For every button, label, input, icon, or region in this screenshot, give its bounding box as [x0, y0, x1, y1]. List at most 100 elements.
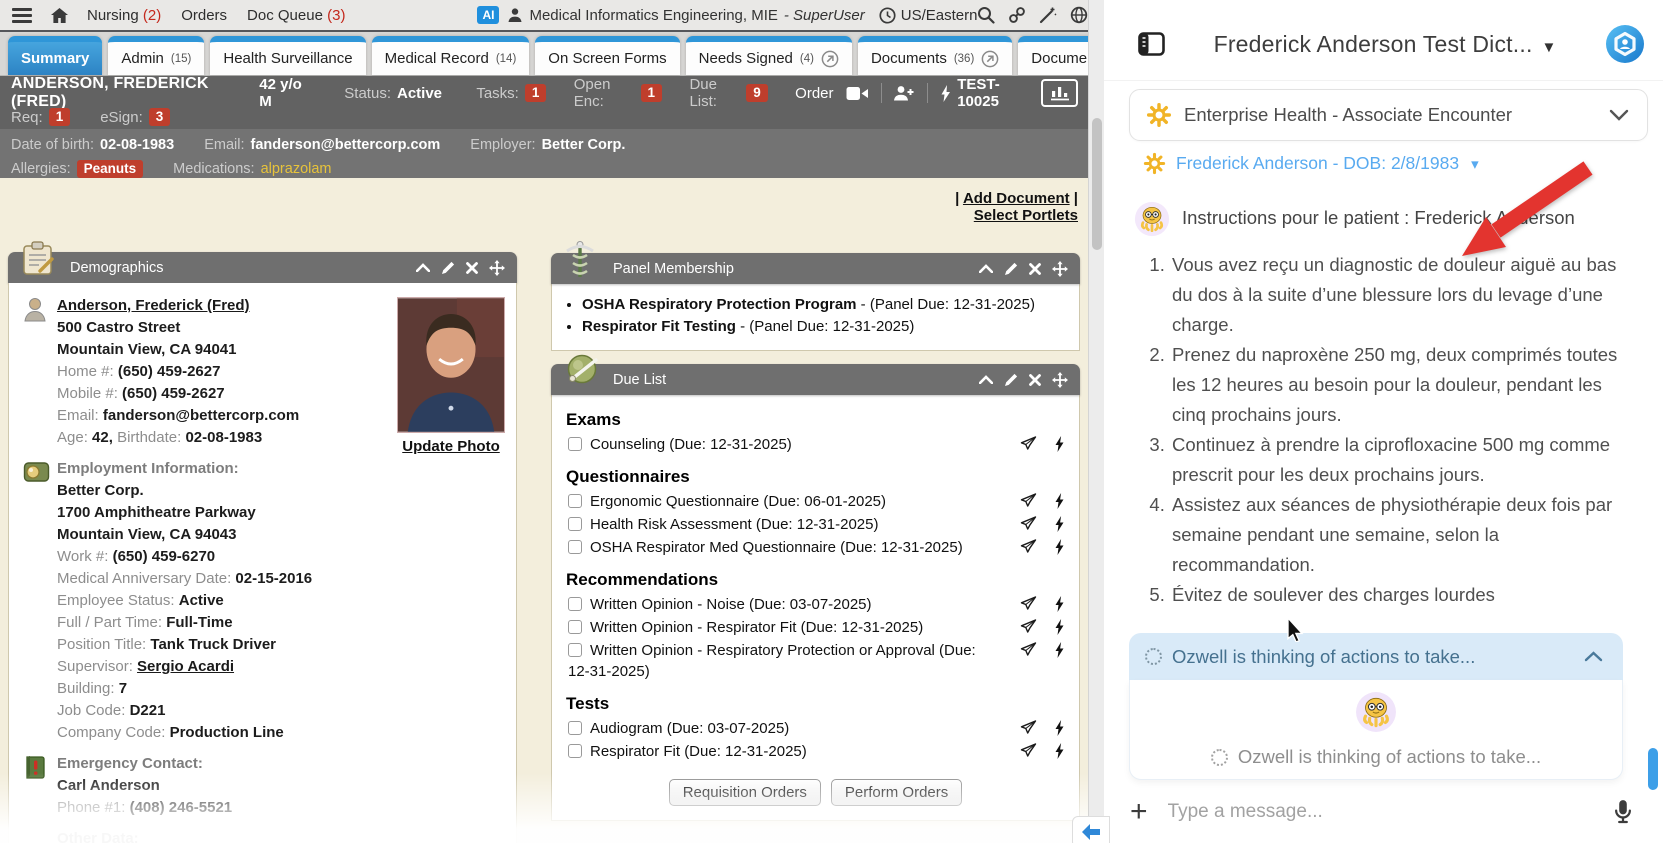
chat-input[interactable] — [1168, 801, 1593, 823]
edit-icon[interactable] — [1004, 373, 1018, 387]
tab-summary[interactable]: Summary — [8, 36, 102, 75]
due-item-label[interactable]: Respirator Fit (Due: 12-31-2025) — [590, 743, 807, 760]
encounter-selector[interactable]: Enterprise Health - Associate Encounter — [1129, 89, 1648, 141]
send-order-icon[interactable] — [1020, 743, 1037, 759]
scrollbar-thumb[interactable] — [1092, 118, 1102, 250]
patient-name[interactable]: ANDERSON, FREDERICK (FRED) — [11, 75, 232, 111]
allergy-badge[interactable]: Peanuts — [77, 160, 144, 178]
req-badge[interactable]: 1 — [49, 108, 71, 126]
lightning-icon[interactable] — [940, 85, 951, 102]
quick-action-icon[interactable] — [1054, 539, 1065, 555]
tab-health-surveillance[interactable]: Health Surveillance — [210, 36, 365, 75]
quick-action-icon[interactable] — [1054, 720, 1065, 736]
medication-value[interactable]: alprazolam — [261, 161, 332, 177]
due-item-checkbox[interactable] — [568, 643, 582, 657]
org-name[interactable]: Medical Informatics Engineering, MIE- Su… — [529, 7, 864, 24]
close-icon[interactable] — [1029, 374, 1041, 386]
add-user-icon[interactable] — [893, 85, 915, 101]
collapse-icon[interactable] — [979, 375, 993, 384]
due-item-checkbox[interactable] — [568, 540, 582, 554]
tab-admin[interactable]: Admin(15) — [108, 36, 204, 75]
quick-action-icon[interactable] — [1054, 493, 1065, 509]
nav-nursing[interactable]: Nursing (2) — [87, 7, 161, 24]
move-icon[interactable] — [489, 260, 505, 276]
requisition-orders-button[interactable]: Requisition Orders — [669, 779, 821, 806]
open-enc-badge[interactable]: 1 — [641, 84, 663, 102]
tab-needs-signed[interactable]: Needs Signed(4) — [686, 36, 852, 75]
quick-action-icon[interactable] — [1054, 743, 1065, 759]
order-link[interactable]: Order — [795, 85, 833, 102]
due-item-label[interactable]: Counseling (Due: 12-31-2025) — [590, 436, 792, 453]
due-item-checkbox[interactable] — [568, 597, 582, 611]
caret-down-icon[interactable]: ▾ — [1471, 155, 1479, 173]
collapse-icon[interactable] — [979, 264, 993, 273]
due-item-label[interactable]: Audiogram (Due: 03-07-2025) — [590, 720, 789, 737]
external-link-icon[interactable] — [981, 50, 999, 68]
esign-badge[interactable]: 3 — [149, 108, 171, 126]
demographics-link[interactable]: Anderson, Frederick (Fred) — [57, 297, 250, 314]
edit-icon[interactable] — [441, 261, 455, 275]
move-icon[interactable] — [1052, 261, 1068, 277]
due-item-checkbox[interactable] — [568, 517, 582, 531]
nav-doc-queue[interactable]: Doc Queue (3) — [247, 7, 345, 24]
due-item-checkbox[interactable] — [568, 494, 582, 508]
demographics-link[interactable]: Sergio Acardi — [137, 658, 234, 675]
tab-medical-record[interactable]: Medical Record(14) — [372, 36, 530, 75]
send-order-icon[interactable] — [1020, 493, 1037, 509]
send-order-icon[interactable] — [1020, 539, 1037, 555]
close-icon[interactable] — [466, 262, 478, 274]
due-item-label[interactable]: Ergonomic Questionnaire (Due: 06-01-2025… — [590, 493, 886, 510]
microphone-icon[interactable] — [1613, 799, 1633, 825]
add-document-link[interactable]: Add Document — [963, 190, 1070, 207]
timezone-label[interactable]: US/Eastern — [901, 7, 978, 24]
due-item-label[interactable]: Written Opinion - Respirator Fit (Due: 1… — [590, 619, 923, 636]
send-order-icon[interactable] — [1020, 516, 1037, 532]
quick-action-icon[interactable] — [1054, 516, 1065, 532]
select-portlets-link[interactable]: Select Portlets — [974, 207, 1078, 224]
search-icon[interactable] — [977, 6, 995, 24]
caret-down-icon[interactable]: ▼ — [1542, 39, 1557, 56]
globe-icon[interactable] — [1070, 6, 1088, 24]
chart-icon[interactable] — [1041, 79, 1078, 107]
conversation-title[interactable]: Frederick Anderson Test Dict... — [1214, 31, 1533, 57]
chevron-down-icon[interactable] — [1609, 109, 1629, 121]
wand-icon[interactable] — [1039, 6, 1057, 24]
send-order-icon[interactable] — [1020, 720, 1037, 736]
ai-badge[interactable]: AI — [477, 6, 499, 24]
chevron-up-icon[interactable] — [1584, 651, 1603, 662]
patient-context-row[interactable]: Frederick Anderson - DOB: 2/8/1983 ▾ — [1143, 152, 1663, 175]
hamburger-menu-icon[interactable] — [12, 8, 32, 23]
send-order-icon[interactable] — [1020, 596, 1037, 612]
update-photo-link[interactable]: Update Photo — [402, 436, 500, 458]
perform-orders-button[interactable]: Perform Orders — [831, 779, 962, 806]
add-attachment-button[interactable]: + — [1130, 797, 1148, 827]
external-link-icon[interactable] — [821, 50, 839, 68]
due-item-label[interactable]: Health Risk Assessment (Due: 12-31-2025) — [590, 516, 878, 533]
edit-icon[interactable] — [1004, 262, 1018, 276]
nav-orders[interactable]: Orders — [181, 7, 227, 24]
tab-on-screen-forms[interactable]: On Screen Forms — [535, 36, 679, 75]
due-item-checkbox[interactable] — [568, 744, 582, 758]
tasks-badge[interactable]: 1 — [525, 84, 547, 102]
chat-scrollbar-thumb[interactable] — [1648, 748, 1658, 790]
quick-action-icon[interactable] — [1054, 436, 1065, 452]
close-icon[interactable] — [1029, 263, 1041, 275]
send-order-icon[interactable] — [1020, 642, 1037, 658]
due-item-label[interactable]: Written Opinion - Noise (Due: 03-07-2025… — [590, 596, 872, 613]
due-item-checkbox[interactable] — [568, 437, 582, 451]
panel-collapse-button[interactable] — [1072, 816, 1110, 843]
tab-documents[interactable]: Documents(36) — [858, 36, 1012, 75]
due-item-checkbox[interactable] — [568, 721, 582, 735]
due-item-checkbox[interactable] — [568, 620, 582, 634]
quick-action-icon[interactable] — [1054, 642, 1065, 658]
due-item-label[interactable]: Written Opinion - Respiratory Protection… — [568, 642, 976, 680]
link-icon[interactable] — [1008, 6, 1026, 24]
ozwell-logo[interactable] — [1605, 24, 1645, 64]
send-order-icon[interactable] — [1020, 436, 1037, 452]
due-item-label[interactable]: OSHA Respirator Med Questionnaire (Due: … — [590, 539, 963, 556]
home-icon[interactable] — [50, 7, 69, 24]
thinking-banner[interactable]: Ozwell is thinking of actions to take... — [1129, 633, 1623, 680]
due-list-badge[interactable]: 9 — [746, 84, 768, 102]
move-icon[interactable] — [1052, 372, 1068, 388]
patient-context-link[interactable]: Frederick Anderson - DOB: 2/8/1983 — [1176, 153, 1459, 174]
